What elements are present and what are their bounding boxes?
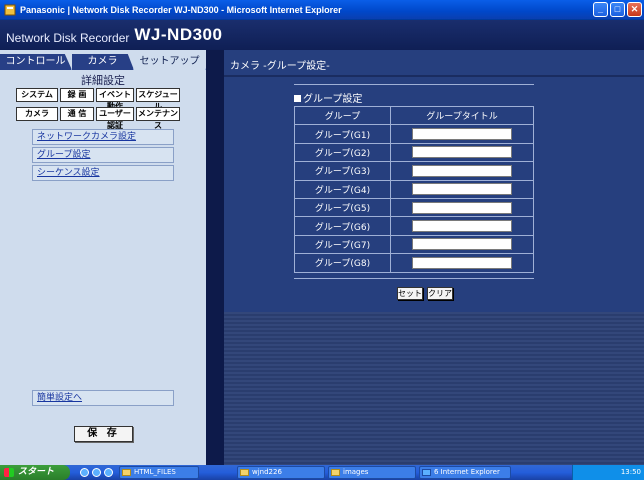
section-title: グループ設定	[303, 94, 363, 105]
folder-icon	[240, 469, 249, 476]
nav-user-auth-button[interactable]: ユーザー認証	[96, 107, 134, 130]
link-group-settings[interactable]: グループ設定	[32, 147, 174, 163]
windows-flag-icon	[4, 468, 14, 477]
link-simple-settings[interactable]: 簡単設定へ	[32, 390, 174, 406]
folder-icon	[331, 469, 340, 476]
group-label: グループ(G2)	[294, 142, 391, 163]
nav-row-2: カメラ 通 信 ユーザー認証 メンテナンス	[16, 107, 180, 130]
ie-quicklaunch-icon[interactable]	[80, 468, 89, 477]
link-network-camera-settings[interactable]: ネットワークカメラ設定	[32, 129, 174, 145]
group-label: グループ(G1)	[294, 124, 391, 144]
group-title-input[interactable]	[412, 164, 512, 177]
sidebar: コントロール カメラ セットアップ 詳細設定 システム 録 画 イベント動作 ス…	[0, 50, 206, 465]
square-bullet-icon	[294, 95, 301, 102]
taskbar-item-label: images	[343, 468, 369, 476]
table-row: グループ(G5)	[294, 197, 534, 218]
main-panel: カメラ -グループ設定- グループ設定 グループ グループタイトル グループ(G…	[224, 50, 644, 465]
save-button[interactable]: 保 存	[74, 426, 133, 442]
internet-explorer-icon	[422, 469, 431, 476]
header-model: WJ-ND300	[134, 25, 223, 44]
column-header-title: グループタイトル	[390, 105, 534, 126]
table-row: グループ(G4)	[294, 179, 534, 199]
tab-control[interactable]: コントロール	[0, 54, 72, 70]
start-label: スタート	[18, 467, 55, 477]
app-header: Network Disk Recorder WJ-ND300	[0, 20, 644, 50]
taskbar-item[interactable]: HTML_FILES	[119, 466, 199, 479]
taskbar: スタート HTML_FILES wjnd226 images 6 Interne…	[0, 465, 644, 480]
table-header-row: グループ グループタイトル	[294, 105, 534, 126]
title-divider	[224, 75, 644, 77]
table-row: グループ(G2)	[294, 142, 534, 163]
window-titlebar: Panasonic | Network Disk Recorder WJ-ND3…	[0, 0, 644, 20]
page-title: カメラ -グループ設定-	[230, 61, 330, 72]
group-table: グループ グループタイトル グループ(G1) グループ(G2) グループ(G3)…	[294, 105, 534, 273]
table-row: グループ(G1)	[294, 124, 534, 144]
frame-divider	[206, 50, 224, 465]
close-button[interactable]: ✕	[627, 2, 642, 17]
system-tray: 13:50	[572, 465, 644, 480]
section-heading: グループ設定	[294, 90, 362, 105]
group-label: グループ(G5)	[294, 197, 391, 218]
nav-schedule-button[interactable]: スケジュール	[136, 88, 180, 111]
group-label: グループ(G4)	[294, 179, 391, 199]
table-row: グループ(G6)	[294, 216, 534, 236]
nav-communication-button[interactable]: 通 信	[60, 107, 94, 121]
taskbar-item-label: 6 Internet Explorer	[434, 468, 500, 476]
nav-recording-button[interactable]: 録 画	[60, 88, 94, 102]
bottom-divider	[294, 278, 534, 279]
group-title-input[interactable]	[412, 201, 512, 214]
taskbar-item[interactable]: images	[328, 466, 416, 479]
nav-row-1: システム 録 画 イベント動作 スケジュール	[16, 88, 180, 111]
table-row: グループ(G3)	[294, 161, 534, 181]
taskbar-item[interactable]: 6 Internet Explorer	[419, 466, 511, 479]
group-title-input[interactable]	[412, 128, 512, 141]
nav-event-button[interactable]: イベント動作	[96, 88, 134, 111]
nav-camera-button[interactable]: カメラ	[16, 107, 58, 121]
tab-camera[interactable]: カメラ	[72, 54, 134, 70]
group-title-input[interactable]	[412, 220, 512, 233]
internet-explorer-icon	[4, 4, 16, 15]
tab-setup[interactable]: セットアップ	[134, 54, 206, 70]
start-button[interactable]: スタート	[0, 465, 70, 480]
group-title-input[interactable]	[412, 238, 512, 251]
table-row: グループ(G8)	[294, 253, 534, 273]
group-label: グループ(G6)	[294, 216, 391, 236]
nav-system-button[interactable]: システム	[16, 88, 58, 102]
maximize-button[interactable]: □	[610, 2, 625, 17]
taskbar-item-label: wjnd226	[252, 468, 282, 476]
taskbar-item[interactable]: wjnd226	[237, 466, 325, 479]
set-button[interactable]: セット	[397, 287, 423, 300]
advanced-settings-heading: 詳細設定	[81, 74, 125, 87]
window-title: Panasonic | Network Disk Recorder WJ-ND3…	[20, 4, 342, 15]
quick-launch	[80, 468, 116, 477]
main-tabs: コントロール カメラ セットアップ	[0, 54, 206, 70]
top-divider	[294, 84, 534, 85]
desktop-quicklaunch-icon[interactable]	[104, 468, 113, 477]
clear-button[interactable]: クリア	[427, 287, 453, 300]
group-title-input[interactable]	[412, 183, 512, 196]
header-subtitle: Network Disk Recorder	[6, 31, 130, 45]
link-sequence-settings[interactable]: シーケンス設定	[32, 165, 174, 181]
taskbar-item-label: HTML_FILES	[134, 468, 176, 476]
group-title-input[interactable]	[412, 256, 512, 269]
nav-maintenance-button[interactable]: メンテナンス	[136, 107, 180, 130]
table-row: グループ(G7)	[294, 234, 534, 255]
column-header-group: グループ	[294, 105, 391, 126]
minimize-button[interactable]: _	[593, 2, 608, 17]
folder-icon	[122, 469, 131, 476]
group-label: グループ(G7)	[294, 234, 391, 255]
group-label: グループ(G3)	[294, 161, 391, 181]
group-title-input[interactable]	[412, 146, 512, 159]
group-label: グループ(G8)	[294, 253, 391, 273]
media-quicklaunch-icon[interactable]	[92, 468, 101, 477]
clock: 13:50	[620, 468, 641, 476]
